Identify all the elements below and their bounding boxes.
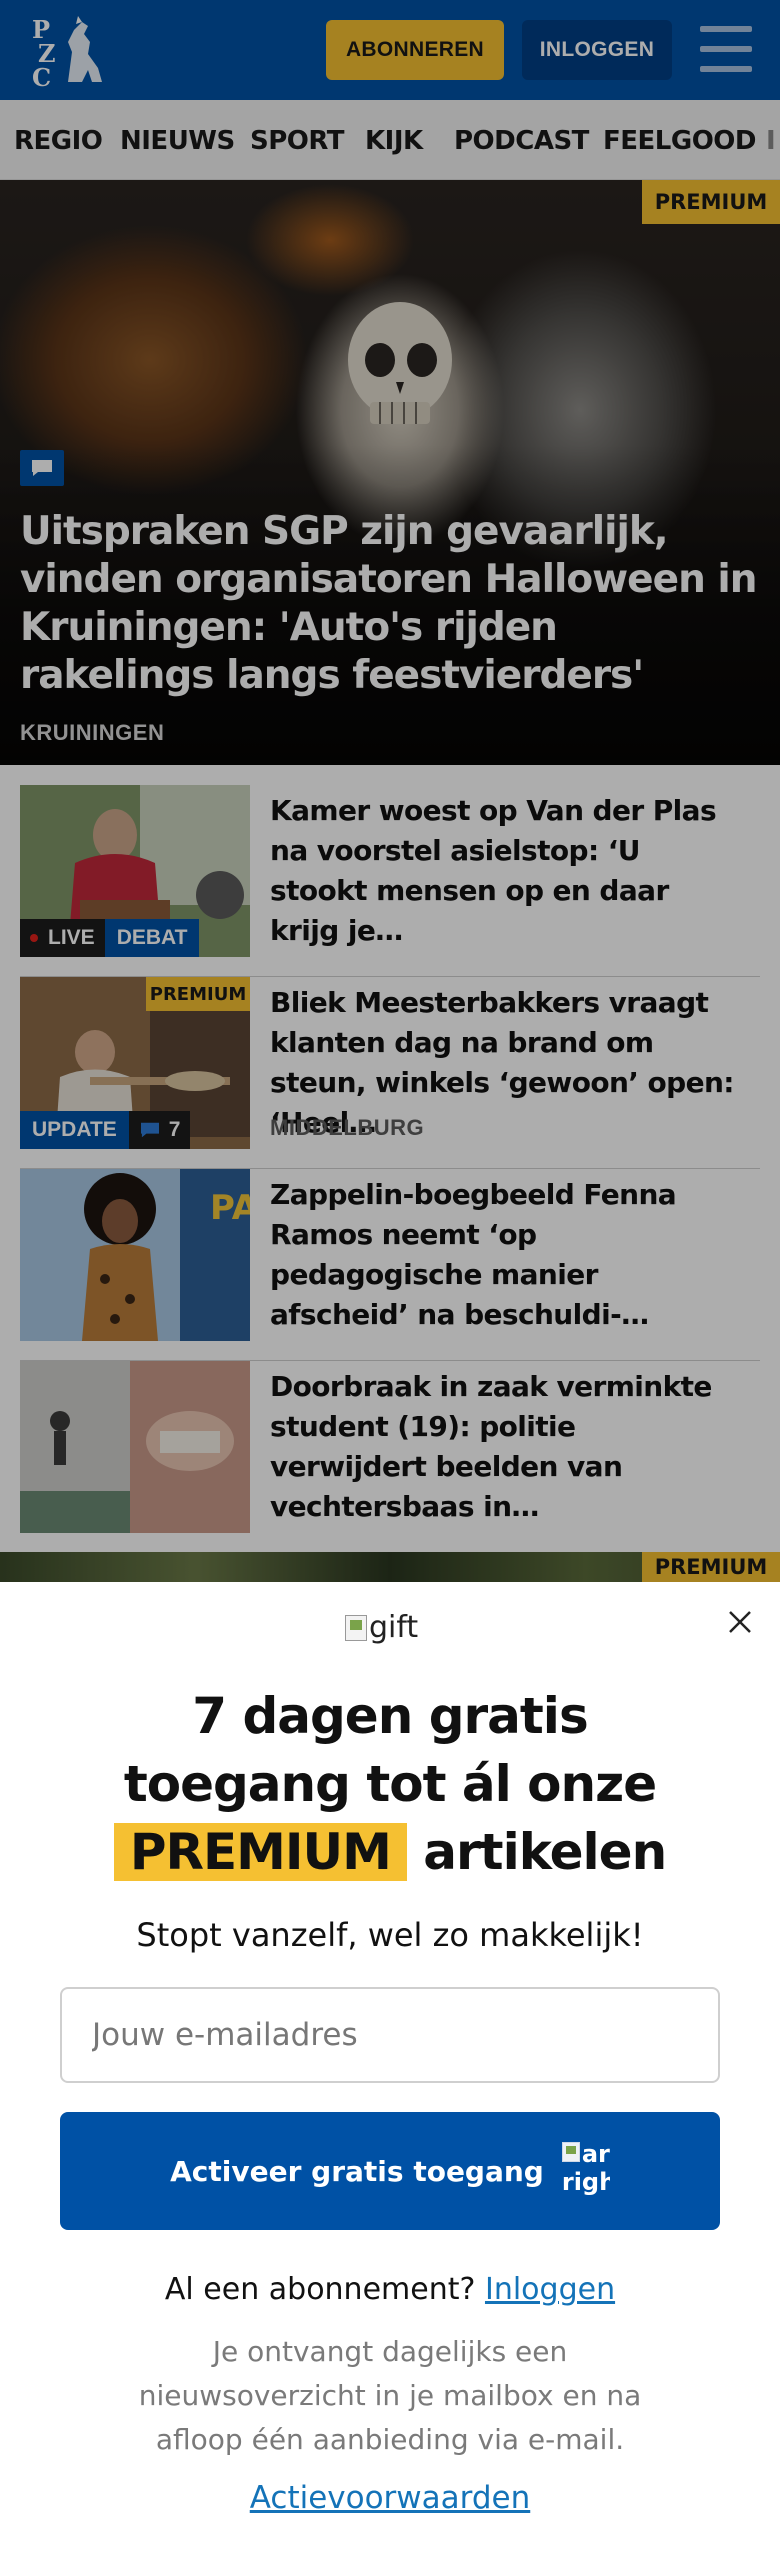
existing-subscription-prompt: Al een abonnement? Inloggen	[164, 2272, 616, 2307]
premium-highlight: PREMIUM	[113, 1823, 407, 1881]
modal-backdrop[interactable]	[0, 0, 780, 1582]
close-icon[interactable]	[722, 1604, 758, 1640]
modal-subline: Stopt vanzelf, wel zo makkelijk!	[136, 1916, 644, 1954]
arrow-right-icon: arro righ	[561, 2142, 610, 2196]
activate-trial-button[interactable]: Activeer gratis toegang arro righ	[60, 2112, 720, 2230]
modal-info-text: Je ontvangt dagelijks een nieuwsoverzich…	[138, 2335, 642, 2456]
email-field[interactable]	[60, 1987, 720, 2083]
terms-link[interactable]: Actievoorwaarden	[0, 2480, 780, 2516]
premium-trial-modal: gift 7 dagen gratis toegang tot ál onze …	[0, 1582, 780, 2560]
modal-headline: 7 dagen gratis toegang tot ál onze PREMI…	[0, 1682, 780, 1886]
modal-login-link[interactable]: Inloggen	[485, 2272, 615, 2307]
gift-icon: gift	[345, 1610, 418, 1645]
